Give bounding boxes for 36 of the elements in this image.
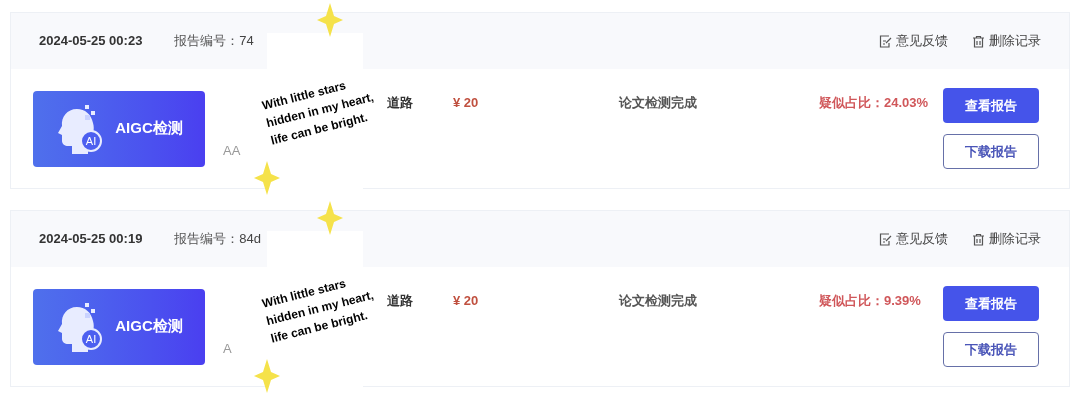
- record-time: 2024-05-25 00:23: [39, 32, 143, 51]
- feedback-button[interactable]: 意见反馈: [879, 31, 948, 51]
- product-name: AIGC检测: [115, 316, 183, 337]
- paper-title: 道路: [387, 292, 413, 310]
- feedback-button[interactable]: 意见反馈: [879, 229, 948, 249]
- report-number: 84d: [239, 230, 262, 249]
- paper-author: AA: [223, 141, 241, 160]
- star-icon: [254, 161, 280, 195]
- download-report-button[interactable]: 下载报告: [943, 134, 1039, 169]
- status: 论文检测完成: [619, 292, 698, 310]
- sticker-text: With little stars hidden in my heart, life can be bright.: [260, 275, 377, 348]
- delete-button[interactable]: 删除记录: [972, 229, 1041, 249]
- star-icon: [317, 201, 343, 235]
- download-report-button[interactable]: 下载报告: [943, 332, 1039, 367]
- report-number-label: 报告编号：: [174, 32, 240, 51]
- report-number-label: 报告编号：: [174, 230, 240, 249]
- paper-title: 道路: [387, 94, 413, 112]
- edit-icon: [879, 34, 892, 48]
- delete-button[interactable]: 删除记录: [972, 31, 1041, 51]
- paper-author: A: [223, 339, 232, 358]
- status: 论文检测完成: [619, 94, 698, 112]
- star-icon: [254, 359, 280, 393]
- view-report-button[interactable]: 查看报告: [943, 286, 1039, 321]
- product-name: AIGC检测: [115, 118, 183, 139]
- trash-icon: [972, 34, 985, 48]
- similarity-ratio: 疑似占比：24.03%: [819, 94, 930, 112]
- star-icon: [317, 3, 343, 37]
- report-number: 74: [239, 32, 254, 51]
- trash-icon: [972, 232, 985, 246]
- edit-icon: [879, 232, 892, 246]
- sticker-text: With little stars hidden in my heart, life can be bright.: [260, 77, 377, 150]
- view-report-button[interactable]: 查看报告: [943, 88, 1039, 123]
- similarity-ratio: 疑似占比：9.39%: [819, 292, 922, 310]
- record-time: 2024-05-25 00:19: [39, 230, 143, 249]
- price: ¥ 20: [453, 292, 480, 310]
- price: ¥ 20: [453, 94, 480, 112]
